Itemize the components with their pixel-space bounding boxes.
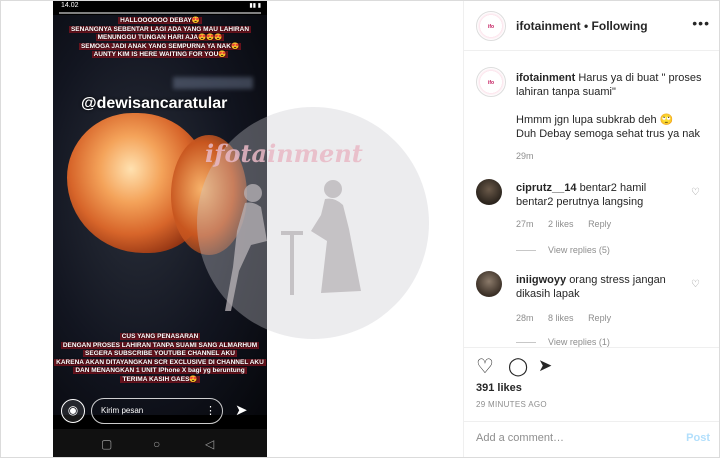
more-options-icon[interactable]: ••• [692, 15, 710, 31]
reply-button[interactable]: Reply [588, 313, 611, 323]
story-progress-bar [59, 12, 261, 14]
comment-like-heart-icon[interactable]: ♡ [691, 187, 700, 198]
commenter-avatar[interactable] [476, 179, 502, 205]
story-caption-top: HALLOOOOOO DEBAY😍 SENANGNYA SEBENTAR LAG… [68, 17, 252, 58]
comment-icon[interactable]: ◯ [508, 356, 528, 377]
post-header: ifo ifotainment • Following ••• [464, 1, 719, 51]
recent-apps-icon: ▢ [101, 437, 113, 451]
camera-icon: ◉ [61, 399, 85, 423]
story-reply-bar: ◉ Kirim pesan ⋮ ➤ [53, 397, 267, 427]
comment-username[interactable]: ciprutz__14 [516, 182, 577, 194]
post-details-panel: ifo ifotainment • Following ••• ifo ifot… [463, 1, 719, 457]
share-icon[interactable]: ➤ [538, 356, 552, 376]
comments-list[interactable]: ifo ifotainment Harus ya di buat " prose… [464, 51, 719, 347]
send-icon: ➤ [235, 402, 248, 419]
comment-input[interactable]: Add a comment… [476, 432, 564, 444]
likes-count[interactable]: 391 likes [476, 382, 522, 394]
post-media[interactable]: 14.02 ▮▮ ▮ HALLOOOOOO DEBAY😍 SENANGNYA S… [1, 1, 463, 457]
status-time: 14.02 [61, 2, 79, 9]
comment-likes[interactable]: 8 likes [548, 313, 574, 323]
view-replies-button[interactable]: View replies (5) [516, 245, 610, 255]
story-caption-bottom: CUS YANG PENASARAN DENGAN PROSES LAHIRAN… [54, 333, 266, 383]
back-icon: ◁ [205, 437, 215, 451]
comment-meta: 28m 8 likes Reply [516, 313, 623, 323]
watermark-logo: ifotainment [205, 139, 363, 168]
comment-time: 28m [516, 313, 534, 323]
view-replies-button[interactable]: View replies (1) [516, 337, 610, 347]
add-comment-bar: Add a comment… Post [464, 421, 719, 457]
caption-line-3: Duh Debay semoga sehat trus ya nak [516, 128, 701, 140]
divider-line [516, 342, 536, 344]
post-author: ifotainment • Following [516, 19, 648, 33]
android-nav-bar: ▢ ○ ◁ [53, 429, 267, 457]
comment-likes[interactable]: 2 likes [548, 219, 574, 229]
caption-time: 29m [516, 151, 534, 161]
comment-body: iniigwoyy orang stress jangan dikasih la… [516, 273, 686, 301]
caption-avatar[interactable]: ifo [476, 67, 506, 97]
comment-time: 27m [516, 219, 534, 229]
story-message-input: Kirim pesan ⋮ [91, 398, 223, 424]
status-icons: ▮▮ ▮ [249, 3, 261, 9]
commenter-avatar[interactable] [476, 271, 502, 297]
post-caption: ifotainment Harus ya di buat " proses la… [516, 71, 706, 99]
phone-status-bar: 14.02 ▮▮ ▮ [53, 1, 267, 11]
comment-meta: 27m 2 likes Reply [516, 219, 623, 229]
like-heart-icon[interactable]: ♡ [476, 354, 494, 379]
watermark-silhouette [225, 180, 361, 311]
caption-username[interactable]: ifotainment [516, 72, 575, 84]
comment-like-heart-icon[interactable]: ♡ [691, 279, 700, 290]
post-actions: ♡ ◯ ➤ 391 likes 29 MINUTES AGO [464, 347, 719, 417]
instagram-post-window: 14.02 ▮▮ ▮ HALLOOOOOO DEBAY😍 SENANGNYA S… [0, 0, 720, 458]
post-timestamp: 29 MINUTES AGO [476, 400, 547, 409]
comment-username[interactable]: iniigwoyy [516, 274, 566, 286]
caption-line-2: Hmmm jgn lupa subkrab deh 🙄 [516, 114, 674, 126]
following-button[interactable]: Following [592, 19, 648, 33]
reply-button[interactable]: Reply [588, 219, 611, 229]
post-comment-button[interactable]: Post [686, 432, 710, 444]
home-icon: ○ [153, 437, 161, 451]
divider-line [516, 250, 536, 252]
story-mention: @dewisancaratular [81, 95, 228, 112]
author-username[interactable]: ifotainment [516, 19, 581, 33]
comment-body: ciprutz__14 bentar2 hamil bentar2 perutn… [516, 181, 686, 209]
more-vertical-icon: ⋮ [205, 405, 216, 417]
video-glare [173, 77, 253, 89]
avatar[interactable]: ifo [476, 11, 506, 41]
